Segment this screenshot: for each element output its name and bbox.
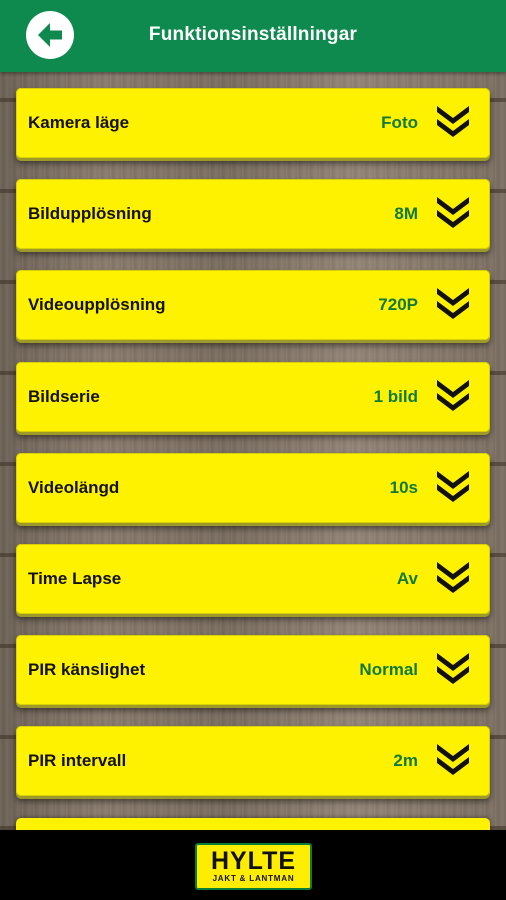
setting-value: 2m: [393, 751, 418, 770]
setting-value: Foto: [381, 113, 418, 132]
double-chevron-down-icon[interactable]: [434, 650, 472, 688]
setting-row[interactable]: Time Lapse Av: [16, 544, 490, 614]
logo-sub-text: JAKT & LANTMAN: [212, 874, 295, 883]
setting-label: PIR känslighet: [28, 660, 146, 679]
double-chevron-down-icon[interactable]: [434, 468, 472, 506]
setting-value: Av: [396, 569, 418, 588]
setting-label: Videolängd: [28, 478, 120, 497]
setting-label: Time Lapse: [28, 569, 122, 588]
page-title: Funktionsinställningar: [148, 24, 358, 45]
setting-value: 1 bild: [373, 387, 418, 406]
double-chevron-down-icon[interactable]: [434, 103, 472, 141]
setting-label: Kamera läge: [28, 113, 130, 132]
setting-label: Bildserie: [28, 387, 100, 406]
logo-main-text: HYLTE: [210, 847, 297, 875]
setting-row[interactable]: PIR intervall 2m: [16, 726, 490, 796]
setting-label: PIR intervall: [28, 751, 127, 770]
setting-label: Bildupplösning: [28, 204, 152, 223]
double-chevron-down-icon[interactable]: [434, 377, 472, 415]
setting-row[interactable]: PIR känslighet Normal: [16, 635, 490, 705]
setting-label: Videoupplösning: [28, 295, 166, 314]
setting-row[interactable]: Bildserie 1 bild: [16, 362, 490, 432]
double-chevron-down-icon[interactable]: [434, 194, 472, 232]
setting-row[interactable]: Videoupplösning 720P: [16, 270, 490, 340]
double-chevron-down-icon[interactable]: [434, 741, 472, 779]
setting-row[interactable]: Kamera läge Foto: [16, 88, 490, 158]
footer-bar: HYLTE JAKT & LANTMAN: [0, 830, 506, 900]
setting-value: 10s: [389, 478, 418, 497]
setting-value: 720P: [378, 295, 418, 314]
setting-value: 8M: [394, 204, 418, 223]
double-chevron-down-icon[interactable]: [434, 285, 472, 323]
setting-row[interactable]: Videolängd 10s: [16, 453, 490, 523]
top-bar: Funktionsinställningar: [0, 0, 506, 72]
hylte-logo: HYLTE JAKT & LANTMAN: [195, 843, 312, 890]
setting-row[interactable]: Bildupplösning 8M: [16, 179, 490, 249]
setting-value: Normal: [359, 660, 418, 679]
double-chevron-down-icon[interactable]: [434, 559, 472, 597]
